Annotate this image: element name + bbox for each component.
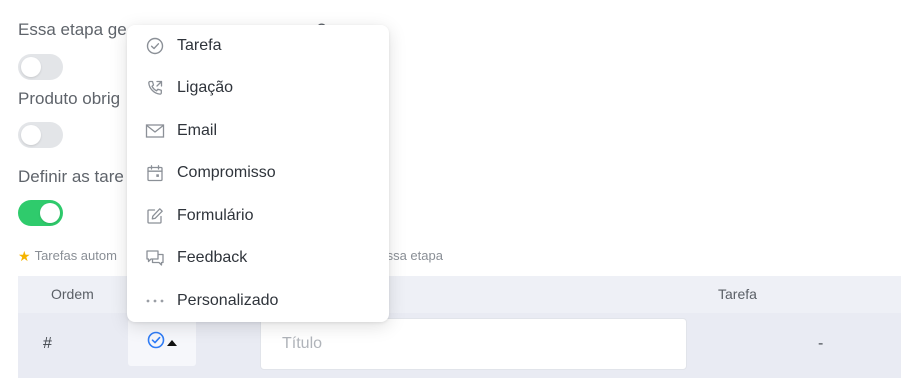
question-required-product-label: Produto obrig	[18, 89, 121, 108]
table-row: # -	[18, 313, 901, 378]
note-text-prefix: Tarefas autom	[34, 248, 117, 263]
chat-icon	[145, 248, 165, 268]
menu-item-label: Formulário	[177, 207, 254, 224]
toggle-knob	[21, 57, 41, 77]
calendar-icon	[145, 163, 165, 183]
question-define-tasks-label: Definir as tare	[18, 167, 124, 186]
menu-item-email[interactable]: Email	[127, 110, 389, 152]
menu-item-tarefa[interactable]: Tarefa	[127, 25, 389, 67]
toggle-knob	[21, 125, 41, 145]
menu-item-feedback[interactable]: Feedback	[127, 237, 389, 279]
required-product-toggle[interactable]	[18, 122, 63, 148]
menu-item-personalizado[interactable]: Personalizado	[127, 280, 389, 322]
phone-icon	[145, 78, 165, 98]
menu-item-label: Ligação	[177, 79, 234, 96]
menu-item-formulario[interactable]: Formulário	[127, 195, 389, 237]
menu-item-label: Email	[177, 122, 218, 139]
check-circle-icon	[147, 331, 165, 354]
task-type-dropdown: Tarefa Ligação Email Compromisso Formulá…	[127, 25, 389, 322]
check-circle-icon	[145, 36, 165, 56]
task-type-select[interactable]	[128, 319, 196, 366]
define-tasks-toggle[interactable]	[18, 200, 63, 226]
toggle-knob	[40, 203, 60, 223]
star-icon: ★	[18, 247, 31, 264]
menu-item-label: Tarefa	[177, 37, 222, 54]
menu-item-ligacao[interactable]: Ligação	[127, 67, 389, 109]
more-horizontal-icon	[145, 291, 165, 311]
mail-icon	[145, 121, 165, 141]
column-header-ordem: Ordem	[51, 286, 94, 302]
row-order-cell: #	[43, 335, 52, 352]
edit-icon	[145, 206, 165, 226]
caret-up-icon	[167, 339, 177, 346]
menu-item-compromisso[interactable]: Compromisso	[127, 152, 389, 194]
generate-tasks-toggle[interactable]	[18, 54, 63, 80]
menu-item-label: Feedback	[177, 249, 248, 266]
task-title-input[interactable]	[260, 318, 687, 370]
column-header-tarefa: Tarefa	[718, 286, 757, 302]
row-tarefa-cell: -	[818, 335, 824, 352]
menu-item-label: Compromisso	[177, 164, 276, 181]
menu-item-label: Personalizado	[177, 292, 279, 309]
